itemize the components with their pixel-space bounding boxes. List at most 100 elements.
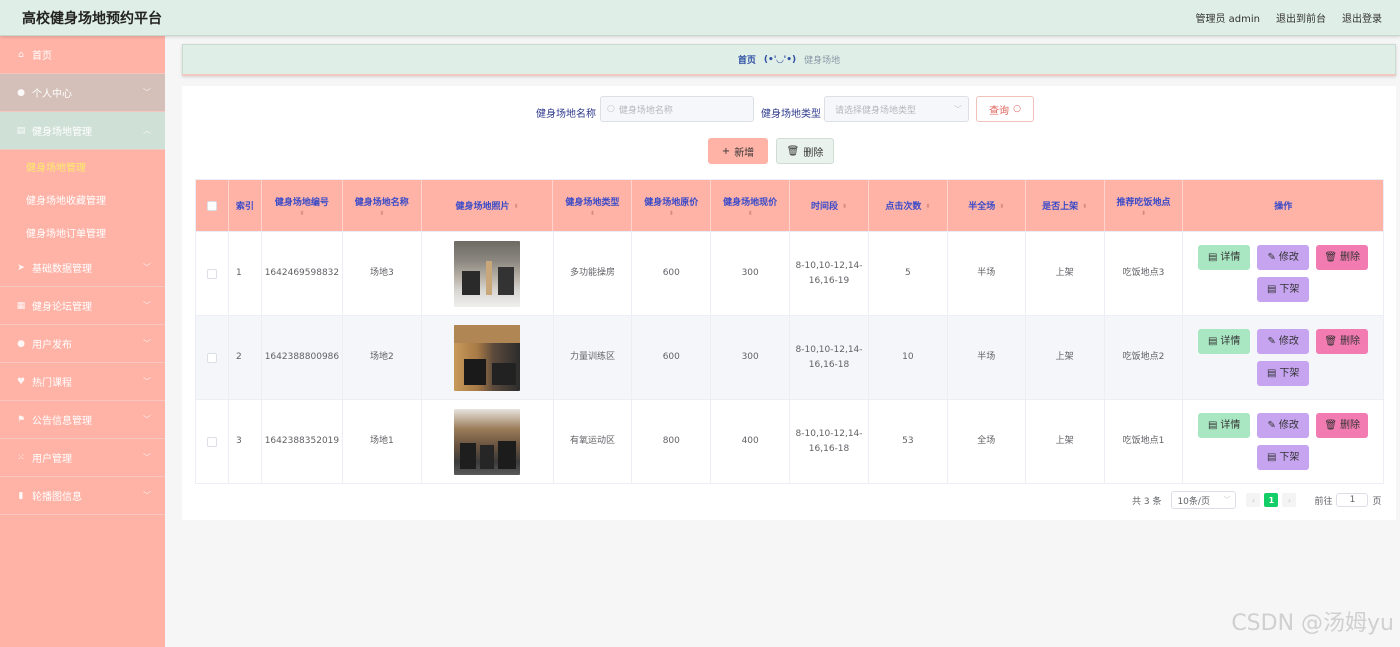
venue-photo[interactable] [454, 408, 521, 475]
sidebar-item-notices[interactable]: ⚑ 公告信息管理 ﹀ [0, 401, 165, 439]
sidebar-item-home[interactable]: ⌂ 首页 [0, 36, 165, 74]
breadcrumb-home[interactable]: 首页 [738, 53, 756, 66]
header-label: 是否上架 [1042, 202, 1079, 212]
unshelf-button[interactable]: ▤ 下架 [1257, 361, 1310, 386]
name-search-input[interactable]: ○ 健身场地名称 [600, 96, 754, 122]
sidebar-item-basic-data[interactable]: ➤ 基础数据管理 ﹀ [0, 249, 165, 287]
sidebar-item-carousel[interactable]: ▮ 轮播图信息 ﹀ [0, 477, 165, 515]
breadcrumb-current: 健身场地 [804, 56, 841, 66]
venue-photo[interactable] [454, 240, 521, 307]
app-title: 高校健身场地预约平台 [22, 10, 162, 27]
header-label: 健身场地原价 [644, 197, 699, 208]
table-row: 1 1642469598832 场地3 多功能操房 600 300 8-10,1… [196, 231, 1383, 315]
delete-button[interactable]: 🗑 删除 [1316, 413, 1369, 438]
sort-icon: ⬍ [841, 203, 847, 210]
delete-label: 删除 [1340, 420, 1361, 431]
chevron-down-icon: ﹀ [143, 491, 151, 500]
sidebar-item-users[interactable]: ⁙ 用户管理 ﹀ [0, 439, 165, 477]
header-name[interactable]: 健身场地名称 ⬍ [343, 180, 422, 231]
unshelf-button[interactable]: ▤ 下架 [1257, 445, 1310, 470]
add-button[interactable]: + 新增 [708, 138, 768, 164]
goto-page-input[interactable]: 1 [1336, 493, 1369, 507]
page-number-current[interactable]: 1 [1264, 493, 1279, 507]
header-now-price[interactable]: 健身场地现价 ⬍ [711, 180, 791, 231]
sidebar-item-hot-courses[interactable]: ♥ 热门课程 ﹀ [0, 363, 165, 401]
header-orig-price[interactable]: 健身场地原价 ⬍ [632, 180, 712, 231]
top-bar: 高校健身场地预约平台 管理员 admin 退出到前台 退出登录 [0, 0, 1400, 36]
edit-button[interactable]: ✎ 修改 [1257, 245, 1310, 270]
grid-icon: ▦ [16, 300, 26, 311]
submenu-venue-management[interactable]: 健身场地管理 [0, 150, 165, 183]
search-icon: ○ [607, 104, 615, 114]
header-half[interactable]: 半全场 ⬍ [948, 180, 1026, 231]
photo-cell [422, 232, 554, 315]
row-checkbox[interactable] [206, 268, 217, 279]
detail-button[interactable]: ▤ 详情 [1198, 413, 1251, 438]
venue-table: 索引 健身场地编号 ⬍ 健身场地名称 ⬍ 健身场地照片 ⬍ 健身场地类型 ⬍ 健身场地原… [195, 179, 1384, 484]
header-label: 操作 [1274, 202, 1293, 212]
delete-label: 删除 [1340, 336, 1361, 347]
chevron-down-icon: ﹀ [143, 301, 151, 310]
name-cell: 场地1 [343, 400, 422, 483]
header-shelf[interactable]: 是否上架 ⬍ [1026, 180, 1105, 231]
submenu-venue-orders[interactable]: 健身场地订单管理 [0, 216, 165, 249]
query-button[interactable]: 查询 ○ [976, 96, 1034, 122]
delete-button[interactable]: 🗑 删除 [1316, 245, 1369, 270]
flag-icon: ⚑ [16, 414, 26, 425]
sort-icon: ⬍ [379, 209, 385, 217]
venue-photo[interactable] [454, 324, 521, 391]
sidebar-item-label: 用户管理 [32, 454, 72, 465]
delete-button[interactable]: 🗑 删除 [1316, 329, 1369, 354]
type-select[interactable]: 请选择健身场地类型 ﹀ [824, 96, 969, 122]
ops-group: ▤ 详情 ✎ 修改 🗑 删除 ▤ 下架 [1193, 245, 1373, 302]
header-time[interactable]: 时间段 ⬍ [790, 180, 869, 231]
sidebar-item-personal[interactable]: ● 个人中心 ﹀ [0, 74, 165, 112]
edit-button[interactable]: ✎ 修改 [1257, 329, 1310, 354]
main-panel: 健身场地名称 ○ 健身场地名称 健身场地类型 请选择健身场地类型 ﹀ 查询 ○ … [182, 86, 1396, 520]
type-cell: 力量训练区 [554, 316, 633, 399]
orig-price-cell: 600 [632, 316, 712, 399]
header-label: 健身场地照片 [455, 202, 510, 212]
edit-button[interactable]: ✎ 修改 [1257, 413, 1310, 438]
clicks-cell: 5 [869, 232, 948, 315]
edit-label: 修改 [1278, 252, 1299, 263]
trash-icon: 🗑 [1324, 420, 1338, 431]
table-icon: ▤ [16, 125, 26, 136]
detail-button[interactable]: ▤ 详情 [1198, 329, 1251, 354]
chevron-right-icon: › [1287, 495, 1292, 505]
row-checkbox[interactable] [206, 436, 217, 447]
table-row: 3 1642388352019 场地1 有氧运动区 800 400 8-10,1… [196, 399, 1383, 483]
sidebar-item-forum[interactable]: ▦ 健身论坛管理 ﹀ [0, 287, 165, 325]
page-size-select[interactable]: 10条/页 ﹀ [1171, 491, 1237, 509]
batch-delete-button-label: 删除 [803, 147, 824, 159]
header-photo[interactable]: 健身场地照片 ⬍ [422, 180, 554, 231]
sidebar-item-user-posts[interactable]: ● 用户发布 ﹀ [0, 325, 165, 363]
back-to-front-link[interactable]: 退出到前台 [1276, 10, 1326, 25]
submenu-venue-favorites[interactable]: 健身场地收藏管理 [0, 183, 165, 216]
ops-group: ▤ 详情 ✎ 修改 🗑 删除 ▤ 下架 [1193, 413, 1373, 470]
code-cell: 1642388352019 [262, 400, 343, 483]
row-checkbox[interactable] [206, 352, 217, 363]
breadcrumb-separator: (•'◡'•) [763, 54, 797, 65]
sidebar-item-venue-management[interactable]: ▤ 健身场地管理 ︿ [0, 112, 165, 150]
header-type[interactable]: 健身场地类型 ⬍ [553, 180, 633, 231]
select-all-checkbox[interactable] [206, 200, 217, 211]
header-code[interactable]: 健身场地编号 ⬍ [262, 180, 343, 231]
next-page-button[interactable]: › [1282, 493, 1297, 507]
header-food[interactable]: 推荐吃饭地点 ⬍ [1105, 180, 1184, 231]
logout-link[interactable]: 退出登录 [1342, 10, 1382, 25]
chart-icon: ▮ [18, 490, 24, 501]
name-cell: 场地2 [343, 316, 422, 399]
detail-button[interactable]: ▤ 详情 [1198, 245, 1251, 270]
sidebar-item-label: 基础数据管理 [32, 264, 92, 275]
index-cell: 3 [229, 400, 262, 483]
sort-icon: ⬍ [589, 209, 595, 217]
detail-label: 详情 [1220, 252, 1241, 263]
total-count: 共 3 条 [1132, 496, 1162, 507]
header-clicks[interactable]: 点击次数 ⬍ [869, 180, 948, 231]
prev-page-button[interactable]: ‹ [1246, 493, 1261, 507]
name-cell: 场地3 [343, 232, 422, 315]
header-label: 健身场地编号 [274, 197, 329, 208]
unshelf-button[interactable]: ▤ 下架 [1257, 277, 1310, 302]
batch-delete-button[interactable]: 🗑 删除 [776, 138, 834, 164]
